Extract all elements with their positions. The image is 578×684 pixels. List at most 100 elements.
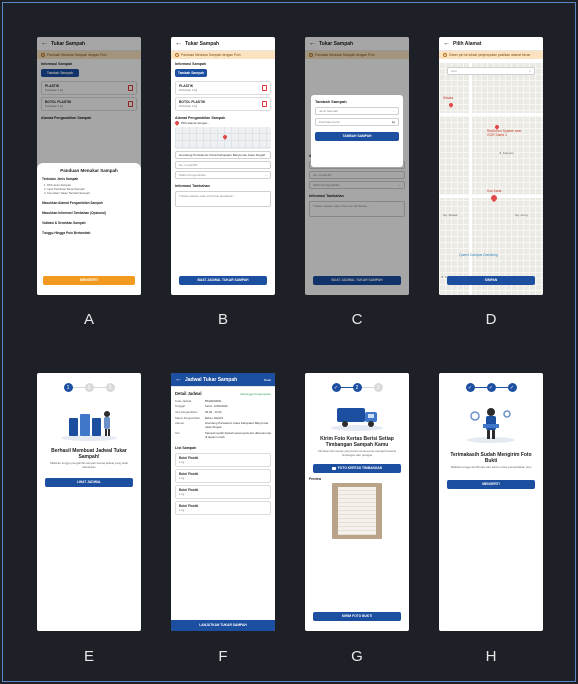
address-value: Grendeng Purwokerto Utara Kabupaten Bany…	[179, 153, 266, 157]
extra-info-field[interactable]: Tulisan catatan atau informasi tambahan.…	[175, 191, 271, 207]
section-title: Informasi Sampah	[175, 62, 207, 66]
street-label: Jl. Kampus	[499, 151, 514, 155]
back-arrow-icon[interactable]: ←	[175, 40, 182, 47]
detail-value: Senin, 12/09/2022	[205, 404, 228, 409]
worker-illustration	[461, 402, 521, 444]
detail-row: Alamat Grendeng Purwokerto Utara Kabupate…	[171, 420, 275, 430]
guide-step: Validasi & Serahkan Sampah	[42, 221, 86, 226]
send-proof-button[interactable]: KIRIM FOTO BUKTI	[313, 612, 401, 621]
detail-key: Status Pengambilan	[175, 415, 201, 420]
map-pin-icon	[222, 134, 228, 140]
waste-type-placeholder: Jenis Sampah	[319, 109, 339, 113]
waste-list-item: Botol Plastik 1 kg	[175, 452, 271, 467]
trash-icon[interactable]	[262, 85, 267, 91]
label-e: E	[83, 648, 94, 665]
waste-type-select[interactable]: Jenis Sampah ⌄	[315, 107, 399, 115]
screen-d: ← Pilih Alamat Geser pin ke lokasi penje…	[439, 37, 543, 295]
guide-step: Masukkan Alamat Pengambilan Sampah	[42, 201, 103, 206]
step-indicator: ✓	[486, 383, 496, 392]
waste-list-qty: 1 kg	[179, 507, 185, 512]
recycling-illustration	[59, 400, 119, 442]
location-pin-icon	[174, 120, 180, 126]
place-label: Wisata	[443, 96, 454, 100]
guide-step: Tunggu Hingga Poin Bertambah	[42, 231, 91, 236]
guide-banner[interactable]: Panduan Menukar Sampah dengan Poin	[171, 51, 275, 59]
pick-address-link[interactable]: Pilih alamat dengan...	[171, 120, 275, 126]
map-view[interactable]: Wisata RedDoorz Syariah near GOR Satria …	[439, 63, 543, 295]
waste-list-item: Botol Plastik 1 kg	[175, 468, 271, 483]
understand-button[interactable]: MENGERTI	[447, 479, 535, 489]
label-c: C	[351, 311, 363, 328]
progress-stepper: ✓ ✓ ✓	[439, 383, 543, 392]
create-schedule-button[interactable]: BUAT JADWAL TUKAR SAMPAH	[179, 276, 267, 285]
progress-stepper: 1 2 3	[37, 383, 141, 392]
address-field[interactable]: Grendeng Purwokerto Utara Kabupaten Bany…	[175, 151, 271, 159]
guide-bottom-sheet: Panduan Menukar Sampah Tentukan Jenis Sa…	[37, 163, 141, 295]
label-d: D	[485, 311, 497, 328]
add-waste-modal: Tambah Sampah Jenis Sampah ⌄ Perkiraan be…	[311, 95, 403, 167]
pickup-section-title: Alamat Pengambilan Sampah	[175, 116, 226, 120]
house-number-placeholder: No. rumah/RT	[179, 163, 198, 167]
step-connector	[340, 387, 353, 388]
pick-address-text: Pilih alamat dengan...	[181, 121, 210, 125]
continue-exchange-button[interactable]: LANJUTKAN TUKAR SAMPAH	[171, 620, 275, 631]
screen-a: ← Tukar Sampah Panduan Menukar Sampah de…	[37, 37, 141, 295]
trash-icon[interactable]	[262, 101, 267, 107]
step-indicator: 2	[84, 383, 94, 392]
camera-icon	[331, 466, 336, 470]
detail-row: Info Sampah sudah dipisah sesuai jenis da…	[171, 430, 275, 440]
step-indicator: 3	[105, 383, 115, 392]
detail-key: Alamat	[175, 421, 184, 426]
house-number-field[interactable]: No. rumah/RT	[175, 161, 271, 169]
weight-unit: kg	[391, 120, 395, 124]
place-pin-icon	[448, 102, 454, 108]
pickup-time-placeholder: Waktu Pengambilan	[179, 173, 206, 177]
app-bar: ← Jadwal Tukar Sampah Batal	[171, 373, 275, 387]
place-label: RedDoorz Syariah near GOR Satria 4	[487, 129, 522, 137]
detail-row: Jam Pengambilan 09.00 - 12.00	[171, 409, 275, 415]
waste-list-item: Botol Plastik 1 kg	[175, 500, 271, 515]
success-text: Silahkan tunggu pengambil sampah sesuai …	[49, 461, 129, 469]
label-g: G	[351, 648, 363, 665]
screen-f: ← Jadwal Tukar Sampah Batal Detail Jadwa…	[171, 373, 275, 631]
step-indicator: ✓	[465, 383, 475, 392]
place-label: Kos Karla	[487, 189, 502, 193]
add-waste-submit-button[interactable]: TAMBAH SAMPAH	[315, 132, 399, 141]
step-connector	[361, 387, 374, 388]
map-search-input[interactable]: Cari ⌕	[447, 67, 535, 75]
pickup-time-select[interactable]: Waktu Pengambilan ⌄	[175, 171, 271, 179]
save-location-button[interactable]: SIMPAN	[447, 276, 535, 285]
truck-illustration	[327, 398, 387, 432]
map-preview[interactable]	[175, 127, 271, 149]
showcase-frame: ← Tukar Sampah Panduan Menukar Sampah de…	[2, 2, 576, 682]
screen-b: ← Tukar Sampah Panduan Menukar Sampah de…	[171, 37, 275, 295]
road	[439, 113, 543, 116]
chevron-down-icon: ⌄	[264, 173, 267, 177]
cancel-action[interactable]: Batal	[264, 378, 271, 382]
label-f: F	[218, 648, 228, 665]
upload-heading: Kirim Foto Kertas Berisi Setiap Timbanga…	[320, 436, 394, 448]
back-arrow-icon[interactable]: ←	[175, 376, 182, 383]
location-banner: Geser pin ke lokasi penjemputan pastikan…	[439, 51, 543, 59]
place-label: Queen Campus Grendeng	[459, 253, 498, 257]
app-bar: ← Tukar Sampah	[171, 37, 275, 51]
understand-button[interactable]: MENGERTI	[43, 276, 135, 285]
search-placeholder: Cari	[451, 69, 457, 73]
sheet-title: Panduan Menukar Sampah	[60, 168, 118, 173]
step-connector	[72, 387, 85, 388]
back-arrow-icon[interactable]: ←	[443, 40, 450, 47]
guide-substep: 3. Kemudian Tekan Tambah Sampah	[44, 190, 90, 195]
waste-item-card: PLASTIK Perkiraan 1 kg	[175, 81, 271, 95]
app-bar-title: Jadwal Tukar Sampah	[185, 376, 238, 383]
add-waste-button[interactable]: Tambah Sampah	[175, 69, 207, 77]
weight-field[interactable]: Perkiraan berat kg	[315, 118, 399, 126]
step-indicator: 2	[352, 383, 362, 392]
view-schedule-button[interactable]: LIHAT JADWAL	[45, 477, 133, 487]
screen-h: ✓ ✓ ✓ Terimakasih Sudah Mengirim Foto Bu…	[439, 373, 543, 631]
waste-list-item: Botol Plastik 1 kg	[175, 484, 271, 499]
list-title: List Sampah	[175, 445, 197, 450]
app-bar: ← Pilih Alamat	[439, 37, 543, 51]
take-photo-button[interactable]: FOTO KERTAS TIMBANGAN	[313, 463, 401, 473]
detail-key: Info	[175, 430, 180, 435]
waste-list-qty: 1 kg	[179, 491, 185, 496]
